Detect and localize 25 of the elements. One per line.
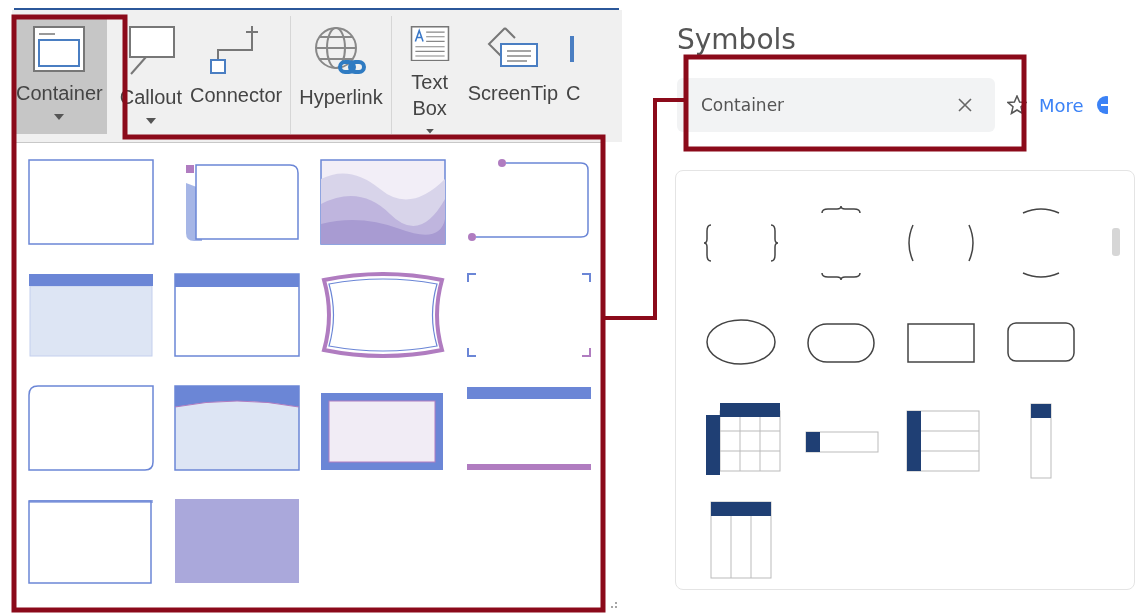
globe-link-icon [313, 26, 368, 76]
ribbon-button[interactable]: C [562, 16, 585, 134]
plain-container-thumbnail[interactable] [28, 159, 154, 245]
wave-container-thumbnail[interactable] [320, 159, 446, 245]
header-container-thumbnail[interactable] [174, 272, 300, 358]
header-container-thumbnail[interactable] [28, 272, 154, 358]
top-line-container-thumbnail[interactable] [28, 498, 154, 584]
close-icon[interactable] [957, 97, 973, 113]
panel-title: Symbols [677, 22, 797, 58]
more-link[interactable]: More [1039, 94, 1084, 116]
bracket-corners-thumbnail[interactable] [466, 272, 592, 358]
ribbon-button[interactable]: Connector [186, 16, 287, 134]
arc-header-thumbnail[interactable] [174, 385, 300, 471]
search-field[interactable]: Container [699, 94, 923, 116]
rounded-container-thumbnail[interactable] [28, 385, 154, 471]
search-bar[interactable]: Container [677, 78, 995, 132]
scrollbar-thumb[interactable] [1112, 228, 1120, 256]
curved-container-thumbnail[interactable] [320, 272, 446, 358]
bars-container-thumbnail[interactable] [466, 385, 592, 471]
container-icon [33, 26, 86, 72]
resize-grip-icon[interactable] [610, 601, 618, 609]
ribbon-button[interactable]: Text Box [395, 16, 464, 134]
ribbon-button[interactable]: Hyperlink [295, 16, 387, 134]
shaded-container-thumbnail[interactable] [174, 498, 300, 584]
ribbon-button[interactable]: ScreenTip [463, 16, 563, 134]
